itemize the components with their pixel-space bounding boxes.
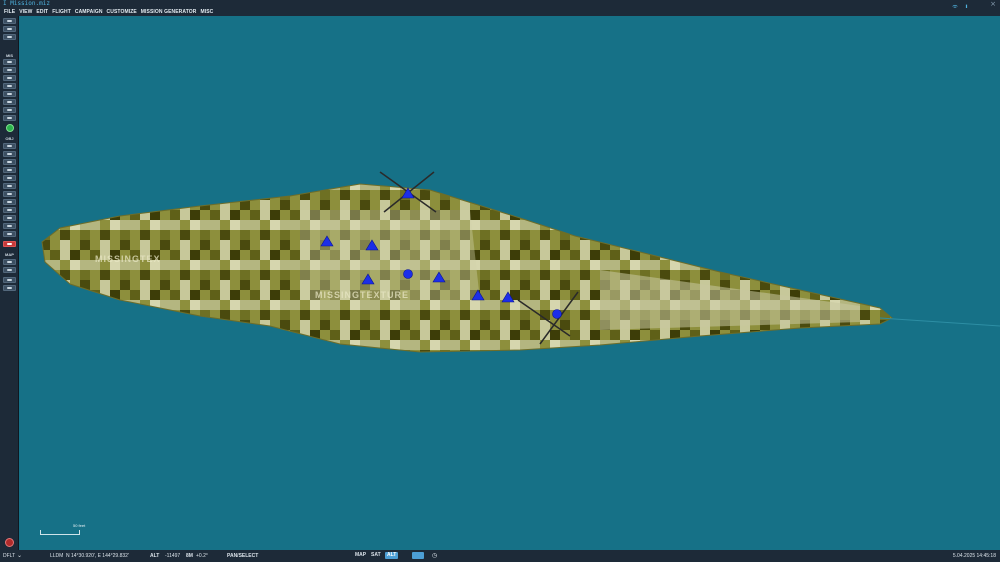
tool-mis-3[interactable] <box>3 75 16 81</box>
alt-label: ALT <box>150 553 160 559</box>
map-view[interactable]: MISSINGTEX MISSINGTEXTURE 50 feet <box>19 16 1000 550</box>
menu-misc[interactable]: MISC <box>200 8 213 16</box>
tool-obj-3[interactable] <box>3 159 16 165</box>
tool-obj-5[interactable] <box>3 175 16 181</box>
tool-mis-2[interactable] <box>3 67 16 73</box>
menu-view[interactable]: VIEW <box>19 8 32 16</box>
tool-obj-6[interactable] <box>3 183 16 189</box>
tool-map-2[interactable] <box>3 267 16 273</box>
settings-icon[interactable] <box>5 538 14 547</box>
clock-icon[interactable]: ◷ <box>432 550 437 562</box>
menu-customize[interactable]: CUSTOMIZE <box>107 8 137 16</box>
title-bar: I Mission.miz × <box>0 0 1000 12</box>
tool-obj-10[interactable] <box>3 215 16 221</box>
chevron-down-icon[interactable]: ⌄ <box>17 550 22 562</box>
menu-flight[interactable]: FLIGHT <box>52 8 71 16</box>
tool-map-3[interactable] <box>3 277 16 283</box>
tool-mis-8[interactable] <box>3 115 16 121</box>
theater-label: DFLT <box>3 553 16 559</box>
missing-texture-label-2: MISSINGTEXTURE <box>315 290 409 300</box>
unit-marker <box>552 309 562 319</box>
scale-bar <box>40 530 80 535</box>
datetime: 5.04.2025 14:45:18 <box>952 553 996 559</box>
delete-button[interactable] <box>3 241 16 247</box>
tool-mis-4[interactable] <box>3 83 16 89</box>
tool-mis-6[interactable] <box>3 99 16 105</box>
tool-obj-9[interactable] <box>3 207 16 213</box>
map-mode-alt-button[interactable]: ALT <box>385 552 399 559</box>
alt-delta: +0.2° <box>196 553 208 559</box>
tool-obj-4[interactable] <box>3 167 16 173</box>
alt-unit: 8M <box>186 553 193 559</box>
save-mission-button[interactable] <box>3 34 16 40</box>
menu-edit[interactable]: EDIT <box>36 8 48 16</box>
tool-obj-11[interactable] <box>3 223 16 229</box>
tool-obj-8[interactable] <box>3 199 16 205</box>
alt-value: -11497 <box>165 553 181 559</box>
ship-model: MISSINGTEX MISSINGTEXTURE <box>41 171 1000 353</box>
map-mode-map-button[interactable]: MAP <box>353 552 368 559</box>
coordinates: N 14°30.920', E 144°29.832' <box>66 553 129 559</box>
new-mission-button[interactable] <box>3 18 16 24</box>
coord-system[interactable]: LLDM <box>50 550 63 562</box>
mission-editor-window: I Mission.miz × FILE VIEW EDIT FLIGHT CA… <box>0 0 1000 562</box>
tool-map-1[interactable] <box>3 259 16 265</box>
menu-file[interactable]: FILE <box>4 8 15 16</box>
section-label-obj: OBJ <box>5 136 14 141</box>
section-label-mis: MIS <box>5 53 14 58</box>
compass-icon[interactable] <box>6 124 14 132</box>
status-bar: DFLT ⌄ LLDM N 14°30.920', E 144°29.832' … <box>0 550 1000 562</box>
tool-obj-7[interactable] <box>3 191 16 197</box>
window-title: I Mission.miz <box>3 0 50 7</box>
mode-label: PAN/SELECT <box>227 553 259 559</box>
map-mode-sat-button[interactable]: SAT <box>369 552 383 559</box>
menu-campaign[interactable]: CAMPAIGN <box>75 8 103 16</box>
section-label-map: MAP <box>5 252 14 257</box>
layers-button[interactable] <box>412 552 424 559</box>
tool-obj-2[interactable] <box>3 151 16 157</box>
tool-mis-1[interactable] <box>3 59 16 65</box>
scale-label: 50 feet <box>73 523 86 528</box>
tool-mis-5[interactable] <box>3 91 16 97</box>
unit-marker <box>403 269 413 279</box>
tool-obj-12[interactable] <box>3 231 16 237</box>
left-toolbar: MIS OBJ MAP <box>0 16 19 550</box>
menu-mission-generator[interactable]: MISSION GENERATOR <box>141 8 197 16</box>
close-button[interactable]: × <box>990 0 996 8</box>
missing-texture-label-1: MISSINGTEX <box>95 254 161 264</box>
tool-mis-7[interactable] <box>3 107 16 113</box>
menu-bar: FILE VIEW EDIT FLIGHT CAMPAIGN CUSTOMIZE… <box>0 8 1000 16</box>
tool-map-4[interactable] <box>3 285 16 291</box>
open-mission-button[interactable] <box>3 26 16 32</box>
tool-obj-1[interactable] <box>3 143 16 149</box>
